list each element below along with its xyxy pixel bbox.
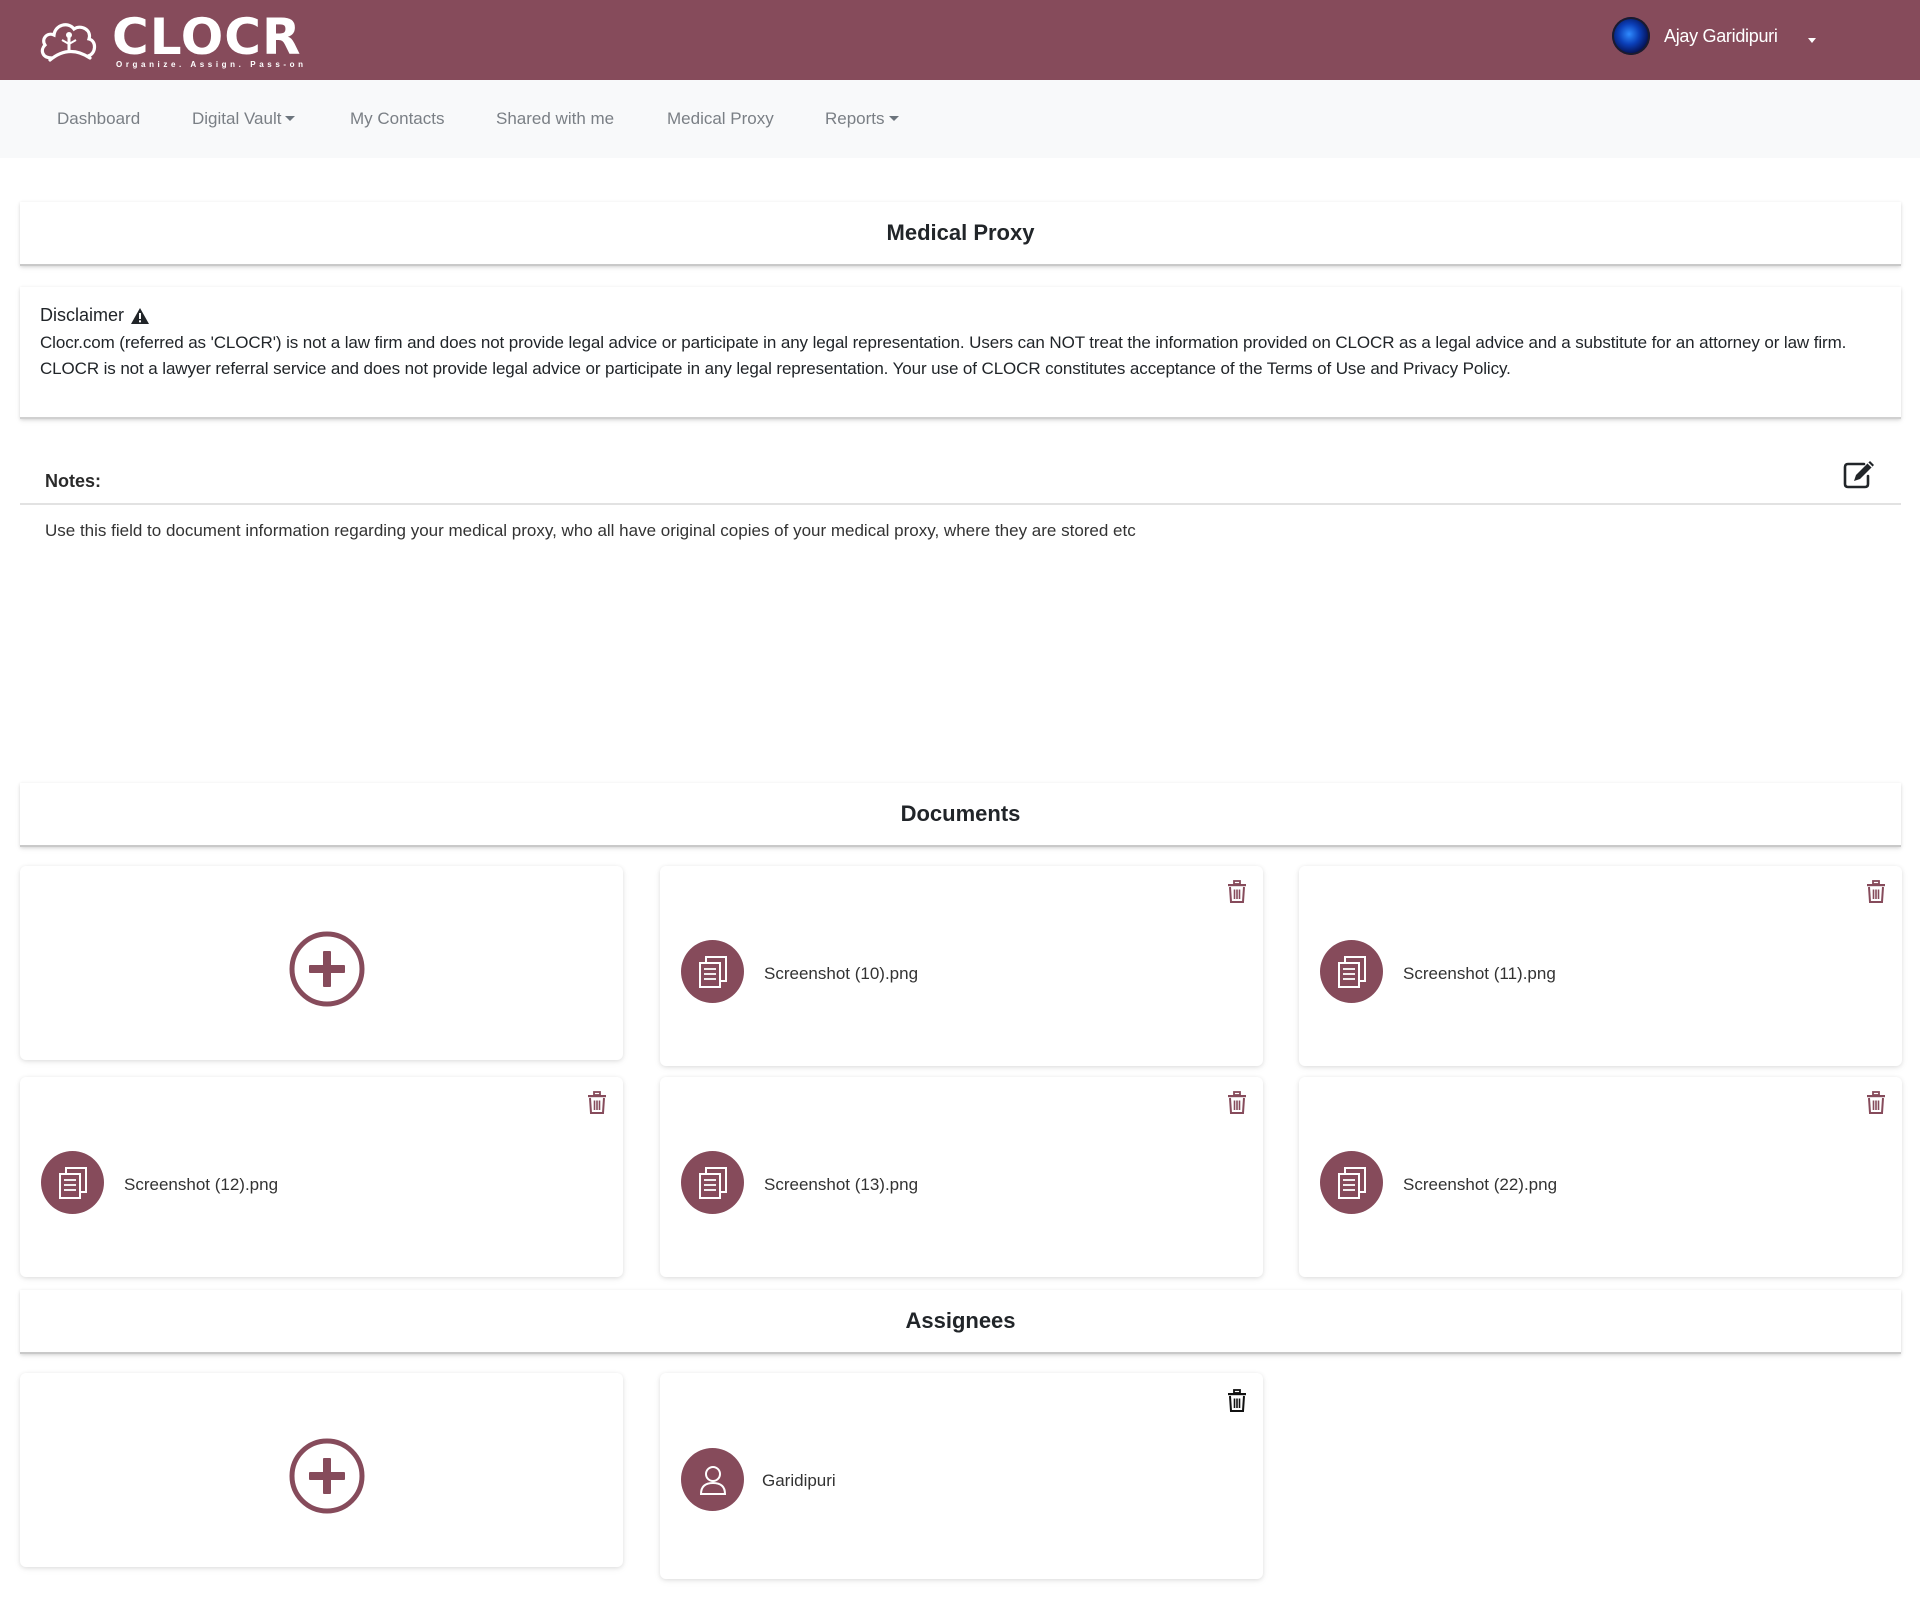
trash-icon[interactable] [1866,880,1886,904]
document-name[interactable]: Screenshot (11).png [1403,964,1556,984]
brand-tagline: Organize. Assign. Pass-on [116,60,307,69]
add-circle-icon[interactable] [289,1438,365,1514]
trash-icon[interactable] [1227,1091,1247,1115]
document-icon [58,1166,87,1199]
document-card[interactable]: Screenshot (13).png [660,1077,1263,1277]
main-nav: Dashboard Digital Vault My Contacts Shar… [0,80,1920,158]
brand-name: CLOCR [112,8,302,66]
assignees-title: Assignees [905,1308,1016,1333]
trash-icon[interactable] [1227,880,1247,904]
assignee-card[interactable]: Garidipuri [660,1373,1263,1579]
nav-medical-proxy[interactable]: Medical Proxy [667,109,774,129]
document-badge [681,1151,744,1214]
document-badge [1320,940,1383,1003]
document-badge [41,1151,104,1214]
document-name[interactable]: Screenshot (22).png [1403,1175,1557,1195]
assignees-title-bar: Assignees [20,1290,1901,1354]
documents-title-bar: Documents [20,783,1901,847]
user-icon [699,1465,726,1495]
nav-shared-with-me[interactable]: Shared with me [496,109,614,129]
caret-down-icon [888,116,899,121]
avatar [1612,17,1650,55]
page-title-bar: Medical Proxy [20,202,1901,266]
user-name: Ajay Garidipuri [1664,25,1778,46]
nav-digital-vault-label: Digital Vault [192,109,282,128]
document-badge [1320,1151,1383,1214]
assignee-avatar [681,1448,744,1511]
nav-digital-vault[interactable]: Digital Vault [192,109,296,129]
document-name[interactable]: Screenshot (10).png [764,964,918,984]
cloud-logo-icon [40,23,97,62]
top-header: CLOCR Organize. Assign. Pass-on Ajay Gar… [0,0,1920,80]
nav-my-contacts[interactable]: My Contacts [350,109,444,129]
document-card[interactable]: Screenshot (22).png [1299,1077,1902,1277]
trash-icon[interactable] [1227,1389,1247,1413]
notes-header: Notes: [20,444,1901,505]
warning-icon [131,307,150,324]
document-card[interactable]: Screenshot (11).png [1299,866,1902,1066]
caret-down-icon [285,116,296,121]
assignee-name[interactable]: Garidipuri [762,1471,836,1491]
disclaimer-card: Disclaimer Clocr.com (referred as 'CLOCR… [20,287,1901,419]
trash-icon[interactable] [587,1091,607,1115]
document-icon [1337,1166,1366,1199]
notes-text[interactable]: Use this field to document information r… [45,521,1136,541]
page-title: Medical Proxy [886,220,1035,245]
nav-reports-label: Reports [825,109,885,128]
document-badge [681,940,744,1003]
document-card[interactable]: Screenshot (12).png [20,1077,623,1277]
add-assignee-card[interactable] [20,1373,623,1567]
chevron-down-icon[interactable] [1808,38,1816,43]
disclaimer-text: Clocr.com (referred as 'CLOCR') is not a… [40,333,1847,378]
add-circle-icon[interactable] [289,931,365,1007]
documents-title: Documents [900,801,1021,826]
nav-dashboard[interactable]: Dashboard [57,109,140,129]
document-name[interactable]: Screenshot (13).png [764,1175,918,1195]
user-menu[interactable]: Ajay Garidipuri [1612,16,1816,56]
add-document-card[interactable] [20,866,623,1060]
nav-reports[interactable]: Reports [825,109,899,129]
document-card[interactable]: Screenshot (10).png [660,866,1263,1066]
document-name[interactable]: Screenshot (12).png [124,1175,278,1195]
trash-icon[interactable] [1866,1091,1886,1115]
edit-icon[interactable] [1842,458,1876,490]
clocr-logo[interactable]: CLOCR Organize. Assign. Pass-on [36,12,303,69]
notes-label: Notes: [45,471,102,491]
disclaimer-title: Disclaimer [40,305,125,325]
disclaimer-heading: Disclaimer [40,305,1881,326]
document-icon [1337,955,1366,988]
document-icon [698,1166,727,1199]
document-icon [698,955,727,988]
